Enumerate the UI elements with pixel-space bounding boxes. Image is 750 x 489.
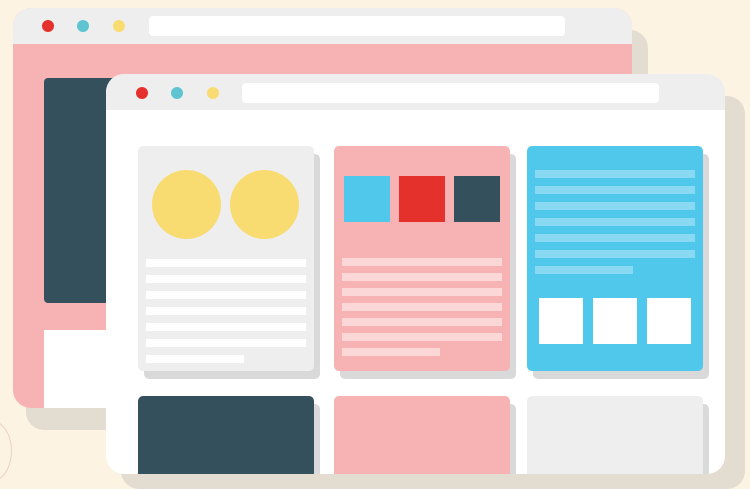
maximize-dot-icon[interactable]	[207, 87, 219, 99]
text-line	[535, 170, 695, 178]
card-3	[527, 146, 703, 371]
text-line	[535, 202, 695, 210]
text-line	[146, 259, 306, 267]
text-line	[146, 275, 306, 283]
text-line	[535, 250, 695, 258]
close-dot-icon[interactable]	[42, 20, 54, 32]
front-window	[106, 74, 725, 474]
text-line	[535, 218, 695, 226]
text-line	[342, 333, 502, 341]
minimize-dot-icon[interactable]	[77, 20, 89, 32]
maximize-dot-icon[interactable]	[113, 20, 125, 32]
close-dot-icon[interactable]	[136, 87, 148, 99]
text-line	[146, 291, 306, 299]
text-line	[342, 258, 502, 266]
text-line	[342, 348, 440, 356]
square-image-icon	[593, 298, 637, 344]
text-line	[146, 339, 306, 347]
card-6	[527, 396, 703, 474]
text-line	[146, 307, 306, 315]
card-2	[334, 146, 510, 371]
text-line	[146, 323, 306, 331]
text-line	[535, 234, 695, 242]
square-image-icon	[344, 176, 390, 222]
circle-image-icon	[230, 170, 299, 239]
square-image-icon	[647, 298, 691, 344]
text-line	[342, 273, 502, 281]
back-address-bar[interactable]	[149, 16, 565, 36]
card-4	[138, 396, 314, 474]
square-image-icon	[399, 176, 445, 222]
square-image-icon	[539, 298, 583, 344]
decorative-curve	[0, 420, 12, 482]
card-1	[138, 146, 314, 371]
text-line	[535, 266, 633, 274]
text-line	[342, 318, 502, 326]
square-image-icon	[454, 176, 500, 222]
text-line	[535, 186, 695, 194]
circle-image-icon	[152, 170, 221, 239]
text-line	[342, 288, 502, 296]
text-line	[342, 303, 502, 311]
card-5	[334, 396, 510, 474]
minimize-dot-icon[interactable]	[171, 87, 183, 99]
front-address-bar[interactable]	[242, 83, 659, 103]
text-line	[146, 355, 244, 363]
